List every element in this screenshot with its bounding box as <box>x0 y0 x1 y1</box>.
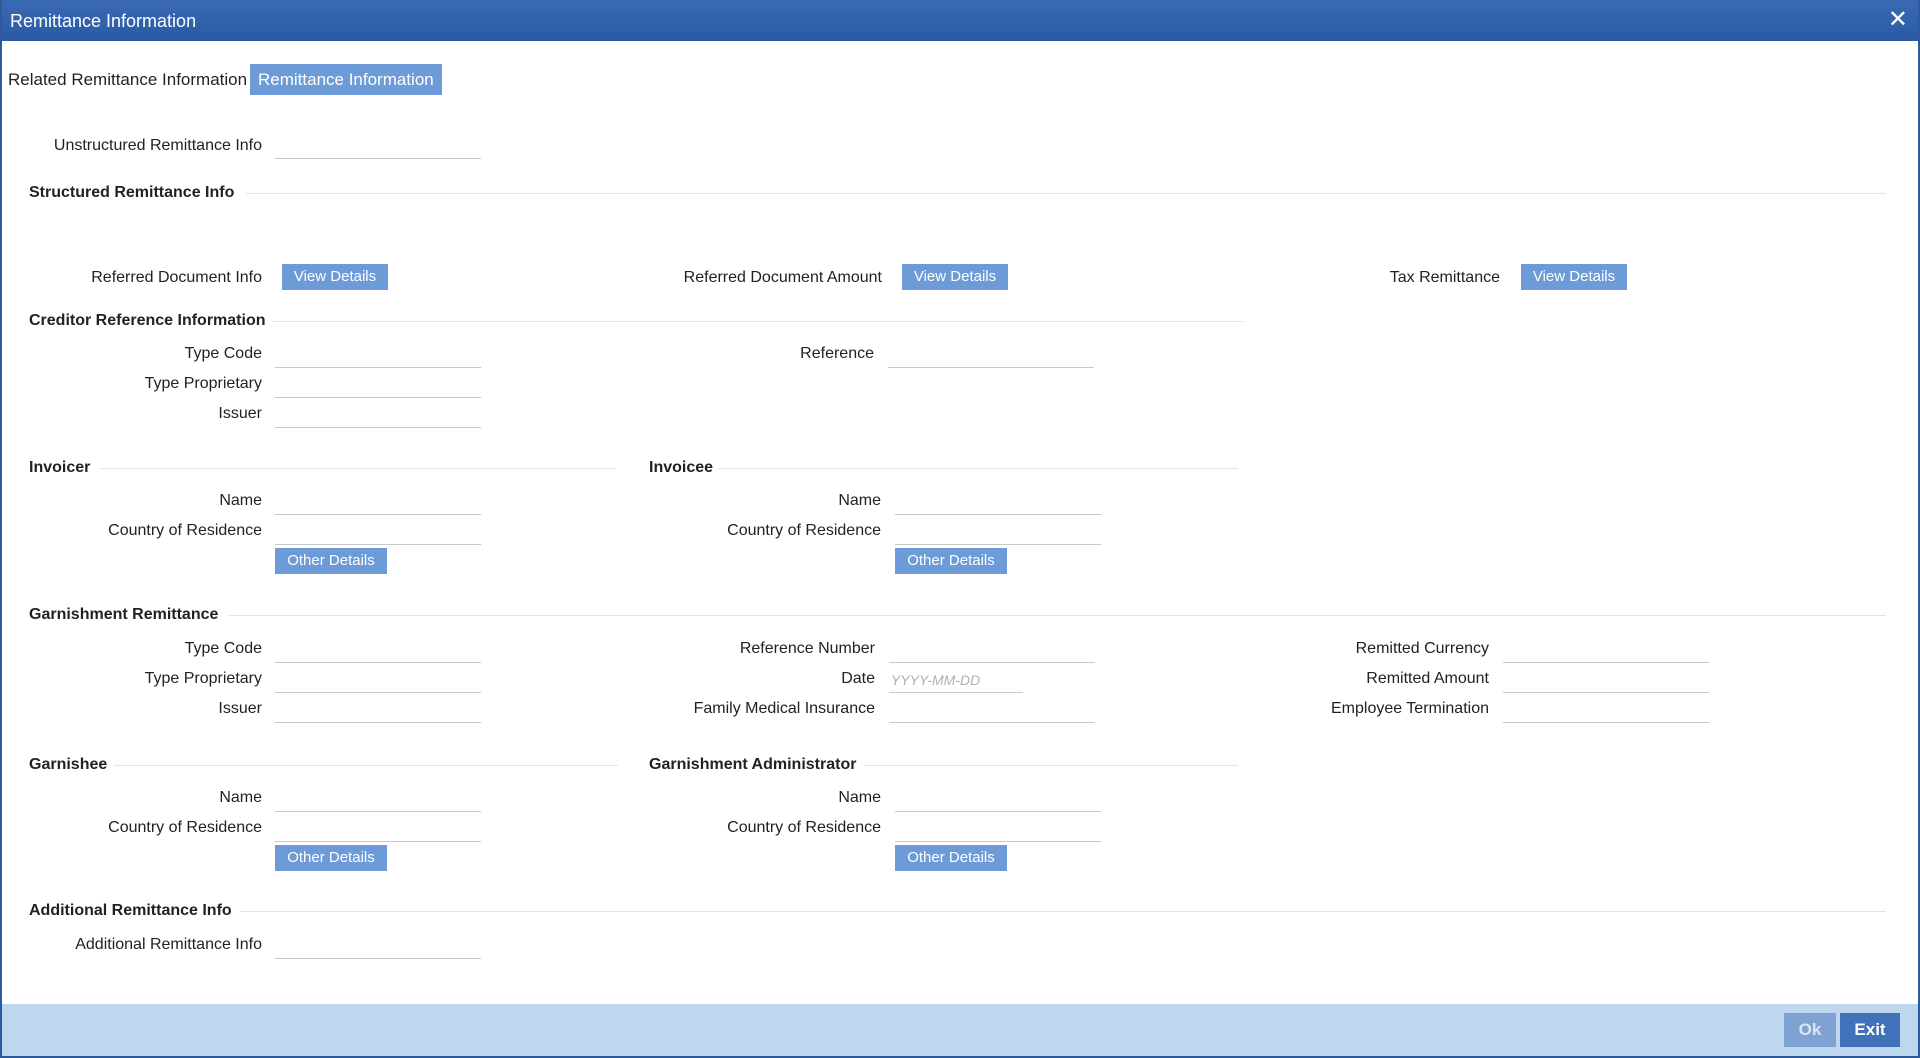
garnishment-date-field[interactable] <box>889 668 1023 693</box>
creditor-reference-label: Reference <box>800 345 874 362</box>
invoicer-name-field[interactable] <box>275 490 481 515</box>
invoicer-other-details-button[interactable]: Other Details <box>275 548 387 574</box>
garnishment-administrator-name-label: Name <box>838 789 881 806</box>
garnishee-heading: Garnishee <box>29 756 108 773</box>
family-medical-insurance-label: Family Medical Insurance <box>693 700 875 717</box>
referred-document-amount-label: Referred Document Amount <box>683 269 882 286</box>
garnishment-administrator-name-field[interactable] <box>895 787 1101 812</box>
garnishment-reference-number-field[interactable] <box>889 638 1095 663</box>
garnishment-administrator-country-field[interactable] <box>895 817 1101 842</box>
ok-button[interactable]: Ok <box>1784 1013 1836 1047</box>
garnishment-administrator-heading: Garnishment Administrator <box>649 756 857 773</box>
creditor-reference-field[interactable] <box>888 343 1094 368</box>
section-divider <box>114 765 618 766</box>
garnishment-type-proprietary-label: Type Proprietary <box>144 670 262 687</box>
garnishment-type-proprietary-field[interactable] <box>275 668 481 693</box>
section-divider <box>100 468 616 469</box>
unstructured-remittance-info-label: Unstructured Remittance Info <box>53 137 262 154</box>
garnishee-other-details-button[interactable]: Other Details <box>275 845 387 871</box>
tab-remittance-information[interactable]: Remittance Information <box>250 64 442 95</box>
remitted-currency-field[interactable] <box>1503 638 1709 663</box>
section-divider <box>718 468 1238 469</box>
creditor-type-proprietary-label: Type Proprietary <box>144 375 262 392</box>
invoicer-name-label: Name <box>219 492 262 509</box>
structured-remittance-info-heading: Structured Remittance Info <box>29 184 235 201</box>
remitted-amount-field[interactable] <box>1503 668 1709 693</box>
invoicee-heading: Invoicee <box>649 459 714 476</box>
exit-button[interactable]: Exit <box>1840 1013 1900 1047</box>
tax-remittance-view-details-button[interactable]: View Details <box>1521 264 1627 290</box>
invoicee-country-label: Country of Residence <box>727 522 881 539</box>
close-icon[interactable]: ✕ <box>1888 7 1908 33</box>
dialog-footer <box>2 1004 1918 1056</box>
garnishment-issuer-label: Issuer <box>218 700 262 717</box>
creditor-reference-heading: Creditor Reference Information <box>29 312 266 329</box>
garnishment-date-label: Date <box>841 670 875 687</box>
section-divider <box>240 911 1886 912</box>
garnishment-reference-number-label: Reference Number <box>739 640 875 657</box>
creditor-type-code-label: Type Code <box>184 345 262 362</box>
employee-termination-field[interactable] <box>1503 698 1709 723</box>
garnishee-country-field[interactable] <box>275 817 481 842</box>
invoicer-heading: Invoicer <box>29 459 91 476</box>
remitted-amount-label: Remitted Amount <box>1366 670 1489 687</box>
section-divider <box>864 765 1238 766</box>
referred-document-info-label: Referred Document Info <box>91 269 262 286</box>
creditor-issuer-label: Issuer <box>218 405 262 422</box>
garnishment-remittance-heading: Garnishment Remittance <box>29 606 219 623</box>
garnishment-type-code-field[interactable] <box>275 638 481 663</box>
title-bar: Remittance Information ✕ <box>2 0 1918 41</box>
additional-remittance-info-label: Additional Remittance Info <box>75 936 262 953</box>
remittance-dialog: Remittance Information ✕ Related Remitta… <box>0 0 1920 1058</box>
family-medical-insurance-field[interactable] <box>889 698 1095 723</box>
invoicee-other-details-button[interactable]: Other Details <box>895 548 1007 574</box>
referred-document-info-view-details-button[interactable]: View Details <box>282 264 388 290</box>
tax-remittance-label: Tax Remittance <box>1389 269 1500 286</box>
section-divider <box>272 321 1244 322</box>
creditor-type-code-field[interactable] <box>275 343 481 368</box>
invoicee-name-field[interactable] <box>895 490 1101 515</box>
invoicer-country-label: Country of Residence <box>108 522 262 539</box>
employee-termination-label: Employee Termination <box>1330 700 1489 717</box>
dialog-title: Remittance Information <box>10 11 197 31</box>
garnishee-name-label: Name <box>219 789 262 806</box>
unstructured-remittance-info-field[interactable] <box>275 134 481 159</box>
section-divider <box>246 193 1886 194</box>
invoicer-country-field[interactable] <box>275 520 481 545</box>
creditor-issuer-field[interactable] <box>275 403 481 428</box>
referred-document-amount-view-details-button[interactable]: View Details <box>902 264 1008 290</box>
creditor-type-proprietary-field[interactable] <box>275 373 481 398</box>
additional-remittance-info-heading: Additional Remittance Info <box>29 902 232 919</box>
garnishee-name-field[interactable] <box>275 787 481 812</box>
invoicee-name-label: Name <box>838 492 881 509</box>
garnishment-administrator-country-label: Country of Residence <box>727 819 881 836</box>
invoicee-country-field[interactable] <box>895 520 1101 545</box>
remitted-currency-label: Remitted Currency <box>1355 640 1489 657</box>
section-divider <box>228 615 1886 616</box>
garnishment-administrator-other-details-button[interactable]: Other Details <box>895 845 1007 871</box>
tab-related-remittance-information[interactable]: Related Remittance Information <box>8 70 247 90</box>
additional-remittance-info-field[interactable] <box>275 934 481 959</box>
garnishment-issuer-field[interactable] <box>275 698 481 723</box>
garnishment-type-code-label: Type Code <box>184 640 262 657</box>
garnishee-country-label: Country of Residence <box>108 819 262 836</box>
